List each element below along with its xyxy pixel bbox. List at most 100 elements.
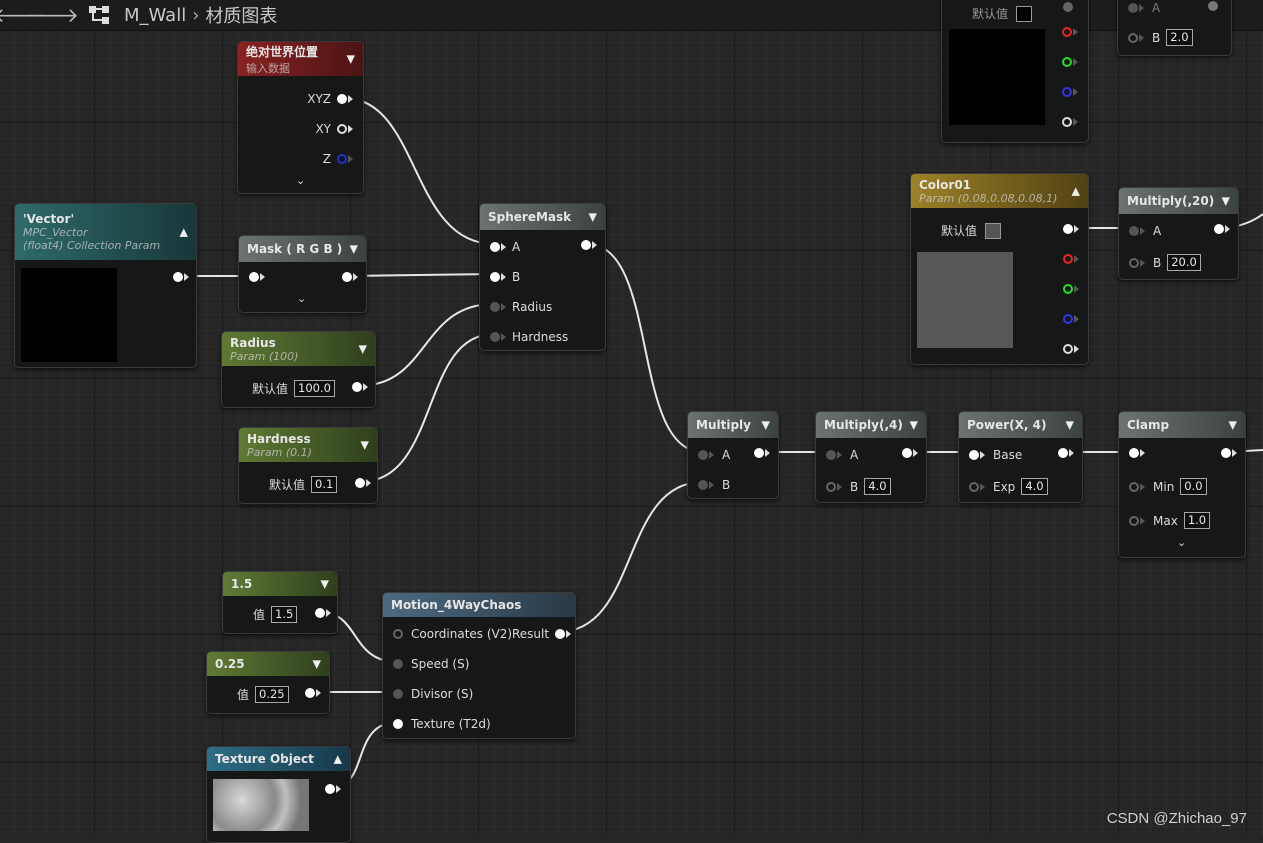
- node-constant-0-25[interactable]: 0.25 ▼ 值 0.25: [206, 651, 330, 714]
- output-pin-g[interactable]: [1062, 57, 1072, 67]
- output-pin[interactable]: [1063, 2, 1073, 12]
- node-header[interactable]: Radius Param (100) ▼: [222, 332, 375, 366]
- value-field[interactable]: 2.0: [1166, 29, 1193, 46]
- node-color01[interactable]: Color01 Param (0.08,0.08,0.08,1) ▲ 默认值: [910, 173, 1089, 365]
- output-pin[interactable]: [355, 478, 365, 488]
- chevron-down-icon[interactable]: ▼: [359, 343, 367, 356]
- chevron-down-icon[interactable]: ▼: [347, 53, 355, 66]
- output-pin[interactable]: [581, 240, 591, 250]
- input-pin[interactable]: [249, 272, 259, 282]
- output-pin[interactable]: [1221, 448, 1231, 458]
- output-pin[interactable]: [173, 272, 183, 282]
- output-pin[interactable]: [1214, 224, 1224, 234]
- input-pin-hardness[interactable]: [490, 332, 500, 342]
- chevron-down-icon[interactable]: ▼: [1229, 419, 1237, 432]
- color-swatch[interactable]: [1016, 5, 1033, 22]
- chevron-down-icon[interactable]: ▼: [910, 419, 918, 432]
- output-pin-a[interactable]: [1062, 117, 1072, 127]
- forward-arrow-icon[interactable]: 🡒: [25, 1, 79, 29]
- node-texture-object[interactable]: Texture Object ▲: [206, 746, 351, 843]
- input-pin-exp[interactable]: [969, 481, 979, 492]
- node-header[interactable]: Motion_4WayChaos: [383, 593, 575, 617]
- chevron-down-icon[interactable]: ▼: [1222, 195, 1230, 208]
- input-pin-speed[interactable]: [393, 659, 403, 669]
- chevron-down-icon[interactable]: ▼: [1066, 419, 1074, 432]
- input-pin-divisor[interactable]: [393, 689, 403, 699]
- chevron-down-icon[interactable]: ▼: [321, 578, 329, 591]
- output-pin-r[interactable]: [1063, 254, 1073, 264]
- output-pin-b[interactable]: [1062, 87, 1072, 97]
- chevron-up-icon[interactable]: ▲: [1072, 185, 1080, 198]
- chevron-up-icon[interactable]: ▲: [334, 753, 342, 766]
- radius-value-field[interactable]: 100.0: [294, 380, 335, 397]
- output-pin-xyz[interactable]: [337, 94, 347, 104]
- node-multiply-4[interactable]: Multiply(,4) ▼ A B 4.0: [815, 411, 927, 503]
- hardness-value-field[interactable]: 0.1: [311, 476, 338, 493]
- node-header[interactable]: 绝对世界位置 输入数据 ▼: [238, 42, 363, 76]
- input-pin-max[interactable]: [1129, 515, 1139, 526]
- chevron-down-icon[interactable]: ▼: [313, 658, 321, 671]
- input-pin[interactable]: [1129, 448, 1139, 458]
- node-header[interactable]: 0.25 ▼: [207, 652, 329, 676]
- output-pin-result[interactable]: [555, 629, 566, 639]
- output-pin-b[interactable]: [1063, 314, 1073, 324]
- input-pin-b[interactable]: [1129, 257, 1139, 268]
- node-hardness-param[interactable]: Hardness Param (0.1) ▼ 默认值 0.1: [238, 427, 378, 504]
- output-pin[interactable]: [315, 608, 325, 618]
- chevron-down-icon[interactable]: ⌄: [297, 292, 306, 305]
- node-motion-4waychaos[interactable]: Motion_4WayChaos Coordinates (V2) Result…: [382, 592, 576, 739]
- output-pin[interactable]: [1208, 1, 1218, 11]
- output-pin-r[interactable]: [1062, 27, 1072, 37]
- input-pin-a[interactable]: [1128, 3, 1138, 13]
- output-pin[interactable]: [1058, 448, 1068, 458]
- node-mask-rgb[interactable]: Mask ( R G B ) ▼ ⌄: [238, 235, 367, 313]
- node-top-color[interactable]: 默认值: [941, 0, 1089, 143]
- input-pin-base[interactable]: [969, 450, 979, 460]
- input-pin-b[interactable]: [826, 481, 836, 492]
- chevron-down-icon[interactable]: ▼: [361, 439, 369, 452]
- value-field[interactable]: 1.5: [271, 606, 298, 623]
- output-pin[interactable]: [342, 272, 352, 282]
- output-pin[interactable]: [902, 448, 912, 458]
- node-header[interactable]: Multiply(,20) ▼: [1119, 188, 1238, 214]
- chevron-down-icon[interactable]: ▼: [350, 243, 358, 256]
- input-pin-coordinates[interactable]: [393, 629, 403, 639]
- chevron-up-icon[interactable]: ▲: [180, 226, 188, 239]
- node-power[interactable]: Power(X, 4) ▼ Base Exp 4.0: [958, 411, 1083, 503]
- output-pin-z[interactable]: [337, 154, 347, 164]
- value-field[interactable]: 0.0: [1180, 478, 1207, 495]
- color-swatch[interactable]: [985, 222, 1002, 239]
- node-radius-param[interactable]: Radius Param (100) ▼ 默认值 100.0: [221, 331, 376, 408]
- chevron-down-icon[interactable]: ▼: [762, 419, 770, 432]
- output-pin-xy[interactable]: [337, 124, 347, 134]
- input-pin-a[interactable]: [490, 242, 500, 252]
- input-pin-texture[interactable]: [393, 719, 403, 729]
- node-clamp[interactable]: Clamp ▼ Min 0.0 Max 1.0 ⌄: [1118, 411, 1246, 558]
- node-header[interactable]: 'Vector' MPC_Vector (float4) Collection …: [15, 204, 196, 260]
- input-pin-a[interactable]: [1129, 226, 1139, 236]
- input-pin-b[interactable]: [698, 480, 708, 490]
- input-pin-b[interactable]: [490, 272, 500, 282]
- node-spheremask[interactable]: SphereMask ▼ A B Radius Hardness: [479, 203, 606, 351]
- value-field[interactable]: 1.0: [1183, 512, 1211, 529]
- value-field[interactable]: 0.25: [255, 686, 289, 703]
- node-header[interactable]: Hardness Param (0.1) ▼: [239, 428, 377, 462]
- node-vector-collection-param[interactable]: 'Vector' MPC_Vector (float4) Collection …: [14, 203, 197, 368]
- node-header[interactable]: Power(X, 4) ▼: [959, 412, 1082, 438]
- node-header[interactable]: 1.5 ▼: [223, 572, 337, 596]
- node-absolute-world-position[interactable]: 绝对世界位置 输入数据 ▼ XYZ XY Z ⌄: [237, 41, 364, 194]
- output-pin[interactable]: [305, 688, 315, 698]
- output-pin-a[interactable]: [1063, 344, 1073, 354]
- output-pin[interactable]: [352, 382, 362, 392]
- output-pin-g[interactable]: [1063, 284, 1073, 294]
- chevron-down-icon[interactable]: ⌄: [296, 174, 305, 187]
- input-pin-min[interactable]: [1129, 481, 1139, 492]
- output-pin[interactable]: [1063, 224, 1073, 234]
- output-pin[interactable]: [325, 784, 335, 794]
- output-pin[interactable]: [754, 448, 764, 458]
- asset-name-link[interactable]: M_Wall: [124, 5, 186, 26]
- node-header[interactable]: Multiply(,4) ▼: [816, 412, 926, 438]
- input-pin-b[interactable]: [1128, 32, 1138, 43]
- node-header[interactable]: Color01 Param (0.08,0.08,0.08,1) ▲: [911, 174, 1088, 208]
- value-field[interactable]: 4.0: [864, 478, 891, 495]
